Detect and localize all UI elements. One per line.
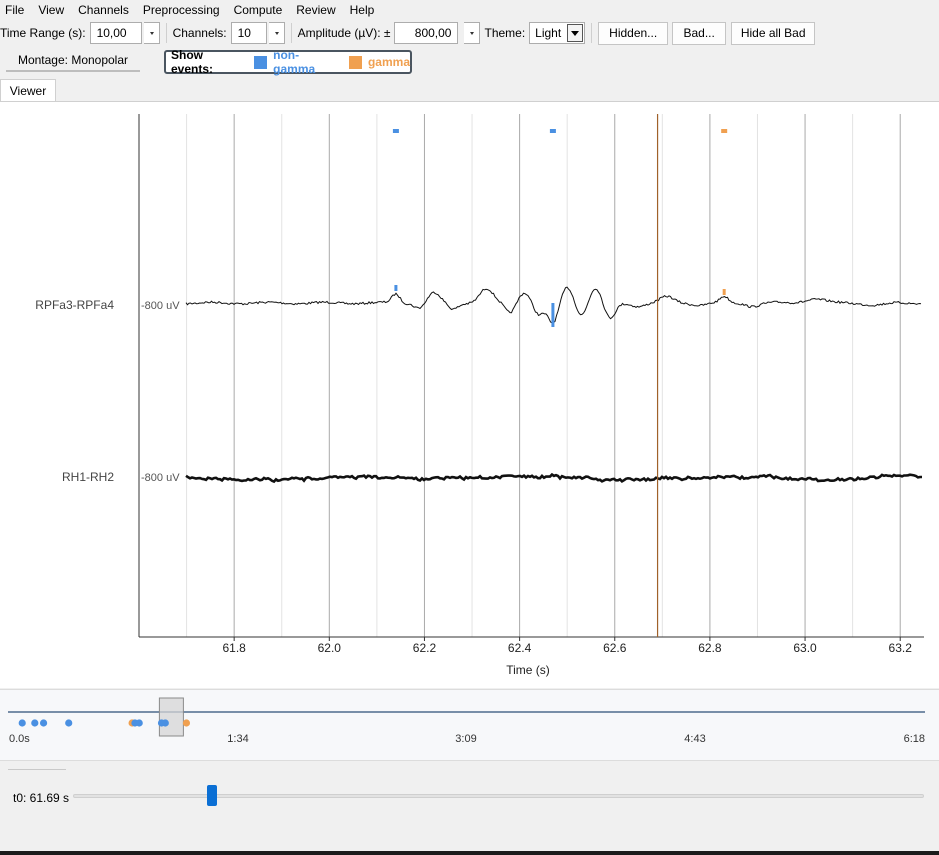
non-gamma-event-marker [392,129,399,133]
overview-event-dots [18,719,191,727]
gamma-toggle-swatch[interactable] [349,55,362,69]
show-events-label: Show events: [171,48,214,76]
events-filter: Show events: non-gamma gamma [164,48,412,76]
tab-viewer[interactable]: Viewer [0,79,56,102]
overview-tick-label: 3:09 [455,733,476,745]
toolbar-separator [290,23,292,43]
hide-all-bad-button[interactable]: Hide all Bad [731,21,816,45]
overview-tick-labels: 0.0s 1:34 3:09 4:43 6:18 [9,733,925,745]
menu-compute[interactable]: Compute [227,3,290,17]
non-gamma-overview-dot [31,719,39,727]
non-gamma-overview-dot [39,719,48,727]
theme-select-value: Light [535,26,562,40]
theme-select[interactable]: Light [529,22,586,44]
overview-plot[interactable]: 0.0s 1:34 3:09 4:43 6:18 [0,690,939,762]
time-range-dropdown-button[interactable] [143,22,160,44]
t0-label: t0: 61.69 s [13,791,70,805]
x-tick-layer: 61.8 62.0 62.2 62.4 62.6 62.8 63.0 63.2 [222,637,912,655]
theme-label: Theme: [484,26,526,40]
x-tick-label: 62.0 [318,641,342,655]
channels-label: Channels: [172,26,227,40]
signal-viewer[interactable]: 61.8 62.0 62.2 62.4 62.6 62.8 63.0 63.2 Time (s… [0,101,939,688]
non-gamma-overview-dot [65,719,73,727]
menu-file[interactable]: File [0,3,31,17]
menu-channels[interactable]: Channels [71,3,136,17]
channel-scale-rpfa3-rpfa4: -800 uV [141,300,180,312]
overview-tick-label: 4:43 [684,733,705,745]
channels-dropdown-button[interactable] [268,22,285,44]
non-gamma-toggle-swatch[interactable] [254,55,268,69]
x-tick-label: 63.2 [889,641,913,655]
toolbar-separator [165,23,167,43]
non-gamma-event-marker [549,129,556,133]
time-slider-track[interactable] [73,794,924,798]
amplitude-input[interactable]: 800,00 [394,22,459,44]
time-range-label: Time Range (s): [0,26,86,40]
hidden-channels-button[interactable]: Hidden... [598,21,669,45]
x-tick-label: 61.8 [222,641,246,655]
menu-view[interactable]: View [31,3,71,17]
channel-scale-rh1-rh2: -800 uV [141,472,180,484]
window-bottom-edge [0,851,939,855]
amplitude-dropdown-button[interactable] [464,22,481,44]
toolbar-separator [591,23,593,43]
montage-events-row: Montage: Monopolar Show events: non-gamm… [0,48,939,76]
x-tick-label: 63.0 [793,641,817,655]
time-range-input[interactable]: 10,00 [89,22,142,44]
x-tick-label: 62.2 [413,641,437,655]
overview-tick-label: 6:18 [904,733,925,745]
panel-divider [8,769,66,770]
bad-channels-button[interactable]: Bad... [672,21,727,45]
eeg-plot[interactable]: 61.8 62.0 62.2 62.4 62.6 62.8 63.0 63.2 Time (s… [0,102,939,689]
amplitude-label: Amplitude (µV): ± [297,26,391,40]
menu-review[interactable]: Review [289,3,342,17]
gamma-overview-dot [182,719,191,727]
gamma-event-marker [721,129,728,133]
x-tick-label: 62.4 [508,641,532,655]
montage-selector[interactable]: Montage: Monopolar [6,50,140,72]
menu-help[interactable]: Help [343,3,382,17]
channel-label-rh1-rh2[interactable]: RH1-RH2 [62,470,114,484]
channel-label-rpfa3-rpfa4[interactable]: RPFa3-RPFa4 [35,298,114,312]
grid-layer [186,114,901,637]
gamma-event-toggle[interactable]: gamma [368,55,410,69]
time-slider-handle[interactable] [206,785,217,806]
signal-trace-rh1-rh2 [185,472,922,484]
tab-bar: Viewer [0,79,939,102]
non-gamma-overview-dot [135,719,143,727]
non-gamma-overview-dot [18,719,26,727]
time-scroller-panel: t0: 61.69 s [0,762,939,855]
non-gamma-event-highlight [551,303,555,327]
non-gamma-event-toggle[interactable]: non-gamma [273,48,341,76]
menu-preprocessing[interactable]: Preprocessing [136,3,227,17]
x-tick-label: 62.6 [603,641,627,655]
overview-window-handle[interactable] [158,697,184,737]
overview-tick-label: 1:34 [227,733,248,745]
overview-tick-label: 0.0s [9,733,30,745]
non-gamma-event-highlight [394,285,398,291]
x-axis-label: Time (s) [506,663,550,677]
non-gamma-overview-dot [161,719,169,727]
chevron-down-icon [567,24,584,42]
x-tick-label: 62.8 [698,641,722,655]
event-marker-layer [392,129,728,327]
menu-bar: File View Channels Preprocessing Compute… [0,0,939,20]
overview-timeline[interactable]: 0.0s 1:34 3:09 4:43 6:18 [0,689,939,761]
gamma-event-highlight [722,289,726,295]
toolbar: Time Range (s): 10,00 Channels: 10 Ampli… [0,20,939,46]
channels-input[interactable]: 10 [230,22,267,44]
